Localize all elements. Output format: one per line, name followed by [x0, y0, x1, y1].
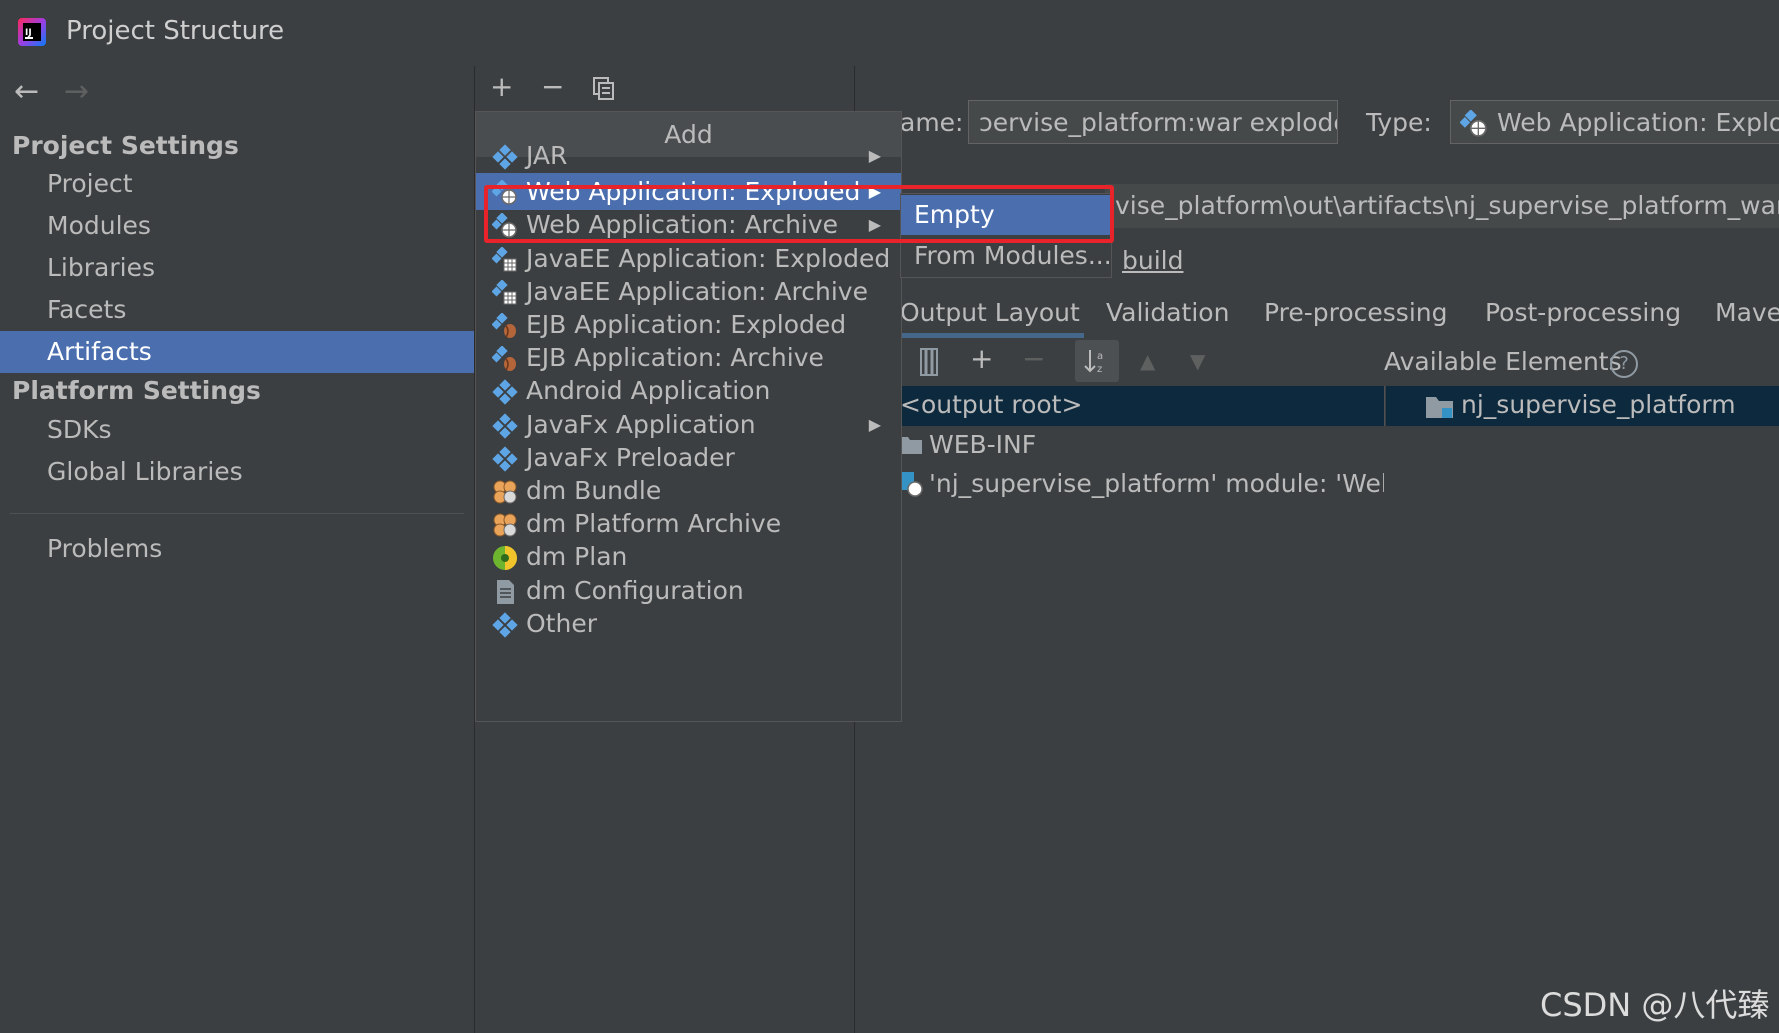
- svg-text:z: z: [1097, 364, 1102, 375]
- menu-item-javaee-application-archive[interactable]: JavaEE Application: Archive: [476, 273, 901, 310]
- artifact-icon: [492, 611, 518, 638]
- javaee-artifact-icon: [491, 246, 518, 272]
- platform-settings-heading: Platform Settings: [12, 376, 261, 405]
- include-in-build-label[interactable]: build: [1122, 246, 1183, 275]
- remove-icon[interactable]: −: [541, 70, 564, 103]
- intellij-logo-icon: IJ: [18, 18, 46, 46]
- artifact-type-select[interactable]: Web Application: Explode: [1450, 100, 1779, 144]
- tree-column-divider[interactable]: [1384, 386, 1385, 426]
- copy-icon[interactable]: [592, 76, 616, 102]
- type-label: Type:: [1366, 108, 1432, 137]
- menu-item-javafx-preloader[interactable]: JavaFx Preloader: [476, 439, 901, 476]
- menu-item-label: JavaFx Preloader: [526, 443, 735, 472]
- sidebar-item-project[interactable]: Project: [0, 163, 474, 205]
- move-down-icon[interactable]: ▼: [1190, 349, 1205, 373]
- submenu-arrow-icon: ▶: [868, 146, 881, 165]
- tab-validation[interactable]: Validation: [1106, 298, 1229, 327]
- sidebar-item-sdks[interactable]: SDKs: [0, 409, 474, 451]
- artifact-icon: [492, 445, 518, 472]
- tab-output-layout[interactable]: Output Layout: [900, 298, 1080, 327]
- document-icon: [492, 578, 518, 604]
- dm-plan-icon: [492, 544, 518, 570]
- menu-item-dm-configuration[interactable]: dm Configuration: [476, 572, 901, 609]
- output-directory-field[interactable]: vise_platform\out\artifacts\nj_supervise…: [1105, 184, 1779, 228]
- back-arrow-icon[interactable]: ←: [14, 74, 39, 109]
- add-icon[interactable]: +: [490, 70, 513, 103]
- module-web-facet-icon: [900, 472, 923, 497]
- svg-text:a: a: [1097, 351, 1103, 362]
- remove-element-icon[interactable]: −: [1022, 342, 1045, 375]
- menu-item-other[interactable]: Other: [476, 605, 901, 642]
- menu-item-dm-platform-archive[interactable]: dm Platform Archive: [476, 505, 901, 542]
- menu-item-label: dm Plan: [526, 542, 628, 571]
- sidebar-divider: [10, 513, 464, 514]
- tab-post-processing[interactable]: Post-processing: [1485, 298, 1681, 327]
- active-tab-indicator: [900, 333, 1084, 338]
- menu-item-label: Other: [526, 609, 597, 638]
- forward-arrow-icon[interactable]: →: [64, 74, 89, 109]
- menu-item-label: dm Bundle: [526, 476, 662, 505]
- menu-item-dm-bundle[interactable]: dm Bundle: [476, 472, 901, 509]
- artifact-icon: [492, 143, 518, 170]
- svg-text:IJ: IJ: [25, 28, 32, 38]
- ejb-artifact-icon: [491, 345, 518, 371]
- menu-item-javaee-application-exploded[interactable]: JavaEE Application: Exploded: [476, 240, 901, 277]
- menu-item-ejb-application-archive[interactable]: EJB Application: Archive: [476, 339, 901, 376]
- dm-bundle-icon: [492, 478, 518, 504]
- module-folder-icon: [1426, 397, 1453, 418]
- help-icon[interactable]: ?: [1610, 350, 1638, 378]
- menu-item-javafx-application[interactable]: JavaFx Application ▶: [476, 406, 901, 443]
- ejb-artifact-icon: [491, 312, 518, 338]
- available-root-label: nj_supervise_platform: [1461, 390, 1736, 419]
- show-content-icon[interactable]: [918, 348, 940, 376]
- tab-pre-processing[interactable]: Pre-processing: [1264, 298, 1448, 327]
- tree-item-web-inf[interactable]: WEB-INF: [929, 430, 1036, 459]
- menu-item-label: JavaEE Application: Exploded: [526, 244, 891, 273]
- sidebar-item-facets[interactable]: Facets: [0, 289, 474, 331]
- sidebar-item-artifacts[interactable]: Artifacts: [0, 331, 474, 373]
- sidebar-item-problems[interactable]: Problems: [0, 528, 474, 570]
- menu-item-android-application[interactable]: Android Application: [476, 372, 901, 409]
- project-settings-heading: Project Settings: [12, 131, 239, 160]
- sidebar-item-modules[interactable]: Modules: [0, 205, 474, 247]
- window-title: Project Structure: [66, 16, 285, 46]
- artifact-type-value: Web Application: Explode: [1497, 108, 1779, 137]
- menu-item-dm-plan[interactable]: dm Plan: [476, 538, 901, 575]
- sidebar-item-libraries[interactable]: Libraries: [0, 247, 474, 289]
- dm-bundle-icon: [492, 511, 518, 537]
- menu-item-jar[interactable]: JAR ▶: [476, 137, 901, 174]
- menu-item-ejb-application-exploded[interactable]: EJB Application: Exploded: [476, 306, 901, 343]
- available-elements-label: Available Elements: [1384, 347, 1622, 376]
- menu-item-label: dm Platform Archive: [526, 509, 782, 538]
- folder-icon: [900, 437, 922, 454]
- watermark: CSDN @八代臻: [1540, 986, 1770, 1024]
- menu-item-label: Android Application: [526, 376, 771, 405]
- menu-item-label: JavaEE Application: Archive: [526, 277, 868, 306]
- menu-item-label: EJB Application: Archive: [526, 343, 824, 372]
- output-root-label: <output root>: [900, 390, 1083, 419]
- menu-item-label: JAR: [526, 141, 568, 170]
- menu-item-label: EJB Application: Exploded: [526, 310, 847, 339]
- artifact-icon: [492, 378, 518, 405]
- sort-elements-button[interactable]: a z: [1075, 340, 1119, 382]
- web-artifact-icon: [1460, 110, 1487, 137]
- menu-item-label: dm Configuration: [526, 576, 744, 605]
- artifact-icon: [492, 412, 518, 439]
- tab-maven[interactable]: Mave: [1715, 298, 1779, 327]
- add-element-icon[interactable]: +: [970, 342, 993, 375]
- annotation-highlight-box: [484, 185, 1114, 243]
- name-label: ame:: [900, 108, 964, 137]
- sort-alpha-icon: a z: [1084, 350, 1103, 375]
- move-up-icon[interactable]: ▲: [1140, 349, 1155, 373]
- sidebar-item-global-libraries[interactable]: Global Libraries: [0, 451, 474, 493]
- tree-item-module-web-facet[interactable]: 'nj_supervise_platform' module: 'Web' fa: [929, 469, 1384, 498]
- artifact-name-field[interactable]: ɔervise_platform:war exploded: [968, 100, 1338, 144]
- menu-item-label: JavaFx Application: [526, 410, 756, 439]
- submenu-arrow-icon: ▶: [868, 415, 881, 434]
- javaee-artifact-icon: [491, 279, 518, 305]
